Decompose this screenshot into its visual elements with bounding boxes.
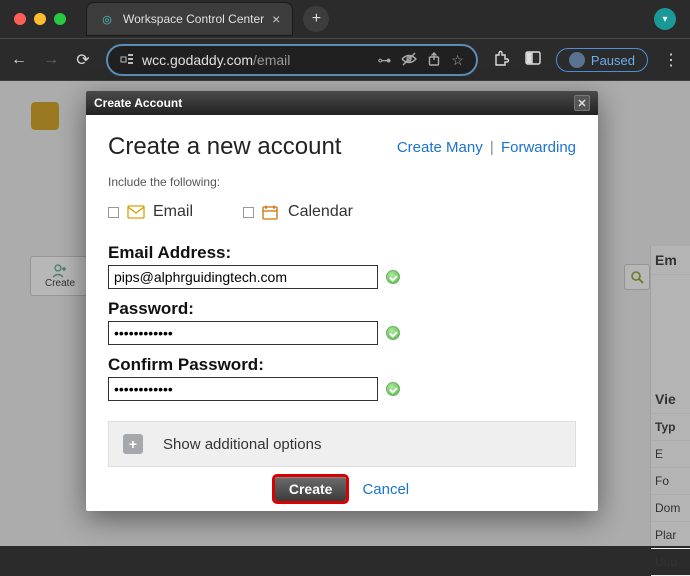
menu-icon[interactable]: ⋮: [662, 50, 680, 70]
modal-links: Create Many | Forwarding: [397, 139, 576, 156]
show-additional-options[interactable]: + Show additional options: [108, 421, 576, 467]
eye-off-icon[interactable]: [401, 52, 417, 69]
modal-titlebar: Create Account ✕: [86, 91, 598, 115]
email-service-label: Email: [153, 203, 193, 221]
window-minimize[interactable]: [34, 13, 46, 25]
email-field[interactable]: [108, 265, 378, 289]
password-field-label: Password:: [108, 299, 576, 319]
window-controls: [8, 13, 66, 25]
email-field-label: Email Address:: [108, 243, 576, 263]
email-service-option[interactable]: Email: [108, 203, 193, 221]
service-checkbox-row: Email Calendar: [108, 203, 576, 221]
checkbox-icon[interactable]: [243, 207, 254, 218]
forwarding-link[interactable]: Forwarding: [501, 139, 576, 156]
star-icon[interactable]: ☆: [451, 52, 464, 69]
password-field[interactable]: [108, 321, 378, 345]
toolbar-right: Paused ⋮: [492, 48, 680, 72]
confirm-password-field-label: Confirm Password:: [108, 355, 576, 375]
modal-title: Create Account: [94, 96, 182, 110]
link-separator: |: [487, 139, 497, 156]
mail-icon: [127, 205, 145, 219]
key-icon[interactable]: ⊶: [377, 52, 391, 69]
confirm-password-field[interactable]: [108, 377, 378, 401]
url-host: wcc.godaddy.com/email: [142, 52, 290, 68]
url-bar[interactable]: wcc.godaddy.com/email ⊶ ☆: [106, 44, 478, 76]
new-tab-button[interactable]: +: [303, 6, 329, 32]
profile-avatar-icon: [569, 52, 585, 68]
close-icon: ✕: [577, 97, 586, 110]
nav-forward-icon[interactable]: →: [42, 51, 60, 69]
cancel-button[interactable]: Cancel: [362, 481, 409, 498]
url-action-icons: ⊶ ☆: [377, 52, 464, 69]
browser-tab[interactable]: ◎ Workspace Control Center ×: [86, 2, 293, 36]
share-icon[interactable]: [427, 52, 441, 69]
window-close[interactable]: [14, 13, 26, 25]
create-many-link[interactable]: Create Many: [397, 139, 483, 156]
paused-label: Paused: [591, 53, 635, 68]
calendar-service-label: Calendar: [288, 203, 353, 221]
modal-footer: Create Cancel: [108, 467, 576, 505]
nav-back-icon[interactable]: ←: [10, 51, 28, 69]
extensions-icon[interactable]: [492, 49, 510, 72]
create-account-modal: Create Account ✕ Create a new account Cr…: [86, 91, 598, 511]
modal-body: Create a new account Create Many | Forwa…: [86, 115, 598, 511]
valid-check-icon: [386, 326, 400, 340]
expand-label: Show additional options: [163, 436, 321, 453]
sidepanel-icon[interactable]: [524, 51, 542, 70]
modal-heading: Create a new account: [108, 133, 341, 161]
plus-icon: +: [123, 434, 143, 454]
checkbox-icon[interactable]: [108, 207, 119, 218]
site-settings-icon[interactable]: [120, 52, 134, 69]
profile-menu[interactable]: ▾: [654, 8, 676, 30]
tab-title: Workspace Control Center: [123, 12, 264, 26]
calendar-icon: [262, 205, 280, 219]
valid-check-icon: [386, 382, 400, 396]
tab-favicon-icon: ◎: [99, 11, 115, 27]
valid-check-icon: [386, 270, 400, 284]
modal-close-button[interactable]: ✕: [574, 95, 590, 111]
browser-chrome: ◎ Workspace Control Center × + ▾ ← → ⟳ w…: [0, 0, 690, 81]
calendar-service-option[interactable]: Calendar: [243, 203, 353, 221]
profile-paused-chip[interactable]: Paused: [556, 48, 648, 72]
nav-reload-icon[interactable]: ⟳: [74, 50, 92, 70]
create-button[interactable]: Create: [275, 477, 347, 501]
include-label: Include the following:: [108, 175, 576, 189]
window-maximize[interactable]: [54, 13, 66, 25]
browser-toolbar: ← → ⟳ wcc.godaddy.com/email ⊶ ☆: [0, 38, 690, 81]
rp-row: Unu: [651, 549, 690, 576]
tab-bar: ◎ Workspace Control Center × + ▾: [0, 0, 690, 38]
tab-close-icon[interactable]: ×: [272, 11, 280, 27]
